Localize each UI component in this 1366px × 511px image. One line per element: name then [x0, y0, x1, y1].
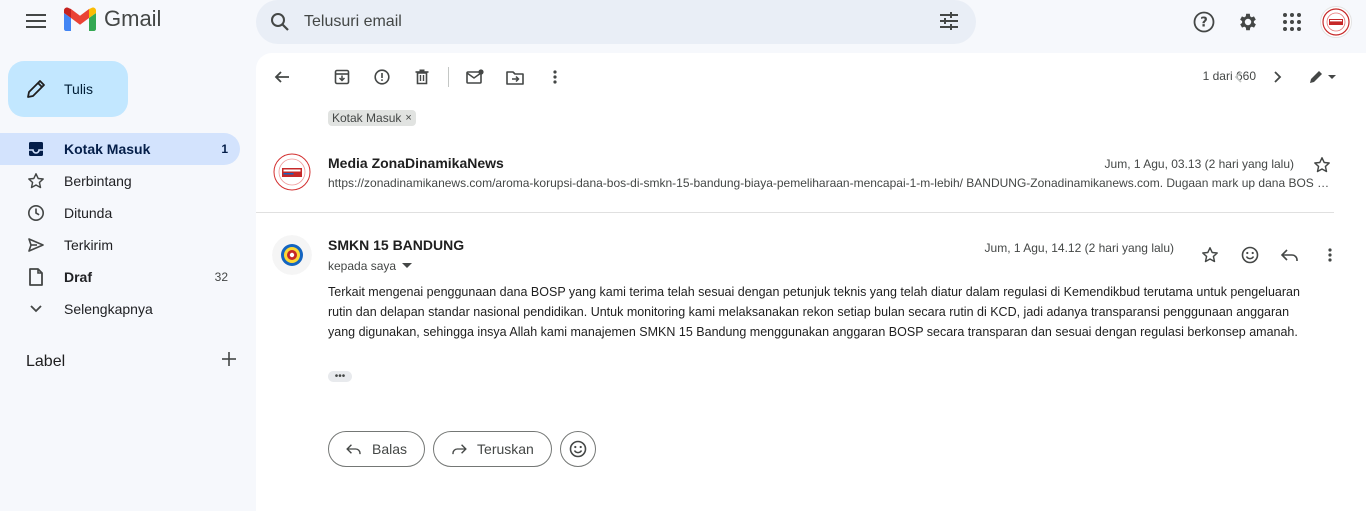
archive-icon[interactable]: [322, 57, 362, 97]
gmail-m-icon: [64, 7, 96, 31]
sidebar-item-label: Terkirim: [64, 237, 113, 253]
reply-label: Balas: [372, 441, 408, 457]
reply-button[interactable]: Balas: [328, 431, 426, 467]
compose-button[interactable]: Tulis: [8, 61, 128, 117]
pencil-icon: [27, 80, 45, 98]
apps-icon[interactable]: [1270, 4, 1314, 40]
report-spam-icon[interactable]: [362, 57, 402, 97]
star-icon: [26, 171, 46, 191]
forward-button[interactable]: Teruskan: [433, 431, 552, 467]
sidebar-item-count: 32: [214, 270, 228, 284]
main-panel: 1 dari 660 Kotak Masuk × Media ZonaDinam…: [256, 53, 1366, 511]
star-icon[interactable]: [1190, 235, 1230, 275]
label-chip[interactable]: Kotak Masuk ×: [328, 110, 416, 126]
app-name: Gmail: [104, 6, 162, 31]
sidebar-item-label: Kotak Masuk: [64, 141, 151, 157]
sender-name: Media ZonaDinamikaNews: [328, 155, 504, 171]
sender-name[interactable]: SMKN 15 BANDUNG: [328, 237, 464, 253]
sidebar-item-drafts[interactable]: Draf 32: [0, 261, 240, 293]
sidebar-item-label: Ditunda: [64, 205, 113, 221]
sidebar-item-inbox[interactable]: Kotak Masuk 1: [0, 133, 240, 165]
send-icon: [26, 235, 46, 255]
more-icon[interactable]: [535, 57, 575, 97]
label-chip-text: Kotak Masuk: [332, 111, 402, 125]
sidebar-item-sent[interactable]: Terkirim: [0, 229, 240, 261]
emoji-reaction-button[interactable]: [559, 431, 596, 467]
search-input[interactable]: [304, 13, 904, 31]
sidebar-item-label: Berbintang: [64, 173, 132, 189]
top-right-actions: ?: [1182, 4, 1352, 40]
chevron-down-icon: [26, 299, 46, 319]
sidebar-item-count: 1: [221, 142, 228, 156]
sender-avatar: [272, 152, 312, 192]
more-icon[interactable]: [1310, 235, 1350, 275]
subject-heading-clipped: [328, 101, 1228, 107]
help-icon[interactable]: ?: [1182, 4, 1226, 40]
thread-toolbar: [256, 53, 1350, 101]
message-body: Terkait mengenai penggunaan dana BOSP ya…: [328, 285, 1300, 339]
settings-icon[interactable]: [1226, 4, 1270, 40]
sidebar-item-snoozed[interactable]: Ditunda: [0, 197, 240, 229]
sidebar-item-label: Selengkapnya: [64, 301, 153, 317]
reply-actions: Balas Teruskan: [328, 431, 596, 467]
labels-section-header: Label: [26, 352, 236, 371]
toolbar-divider: [448, 67, 449, 87]
svg-text:?: ?: [1200, 16, 1208, 31]
pager-controls: [1218, 57, 1346, 97]
mark-unread-icon[interactable]: [455, 57, 495, 97]
move-to-icon[interactable]: [495, 57, 535, 97]
sidebar-item-label: Draf: [64, 269, 93, 285]
remove-label-icon[interactable]: ×: [405, 112, 411, 124]
top-bar: Gmail ?: [0, 0, 1366, 44]
account-avatar[interactable]: [1320, 6, 1352, 38]
message-date: Jum, 1 Agu, 14.12 (2 hari yang lalu): [984, 241, 1174, 255]
forward-icon: [452, 444, 467, 455]
gmail-logo[interactable]: Gmail: [64, 6, 161, 32]
next-icon[interactable]: [1258, 57, 1298, 97]
message-snippet: https://zonadinamikanews.com/aroma-korup…: [328, 176, 1332, 190]
reply-icon[interactable]: [1270, 235, 1310, 275]
back-icon[interactable]: [262, 57, 302, 97]
search-bar[interactable]: [256, 0, 976, 44]
show-trimmed-content-button[interactable]: •••: [328, 371, 352, 382]
emoji-icon: [569, 440, 587, 458]
compose-label: Tulis: [64, 81, 94, 97]
sidebar-item-more[interactable]: Selengkapnya: [0, 293, 240, 325]
recipient-toggle[interactable]: kepada saya: [328, 259, 413, 273]
recipient-text: kepada saya: [328, 259, 397, 273]
caret-down-icon: [402, 263, 413, 268]
star-icon[interactable]: [1310, 153, 1334, 177]
labels-heading: Label: [26, 352, 66, 370]
message-date: Jum, 1 Agu, 03.13 (2 hari yang lalu): [1104, 157, 1294, 171]
tune-icon[interactable]: [938, 10, 960, 37]
collapsed-message[interactable]: Media ZonaDinamikaNews Jum, 1 Agu, 03.13…: [256, 145, 1334, 213]
forward-label: Teruskan: [477, 441, 534, 457]
sidebar-nav: Kotak Masuk 1 Berbintang Ditunda Terkiri…: [0, 133, 240, 325]
inbox-icon: [26, 139, 46, 159]
clock-icon: [26, 203, 46, 223]
menu-icon[interactable]: [16, 6, 56, 36]
delete-icon[interactable]: [402, 57, 442, 97]
draft-icon: [26, 267, 46, 287]
sidebar-item-starred[interactable]: Berbintang: [0, 165, 240, 197]
emoji-react-icon[interactable]: [1230, 235, 1270, 275]
prev-icon[interactable]: [1218, 57, 1258, 97]
sender-avatar: [272, 235, 312, 275]
message-actions: [1190, 235, 1350, 275]
search-icon[interactable]: [256, 0, 304, 44]
input-tools-icon[interactable]: [1298, 57, 1346, 97]
reply-icon: [346, 444, 361, 455]
add-label-icon[interactable]: [222, 352, 236, 371]
